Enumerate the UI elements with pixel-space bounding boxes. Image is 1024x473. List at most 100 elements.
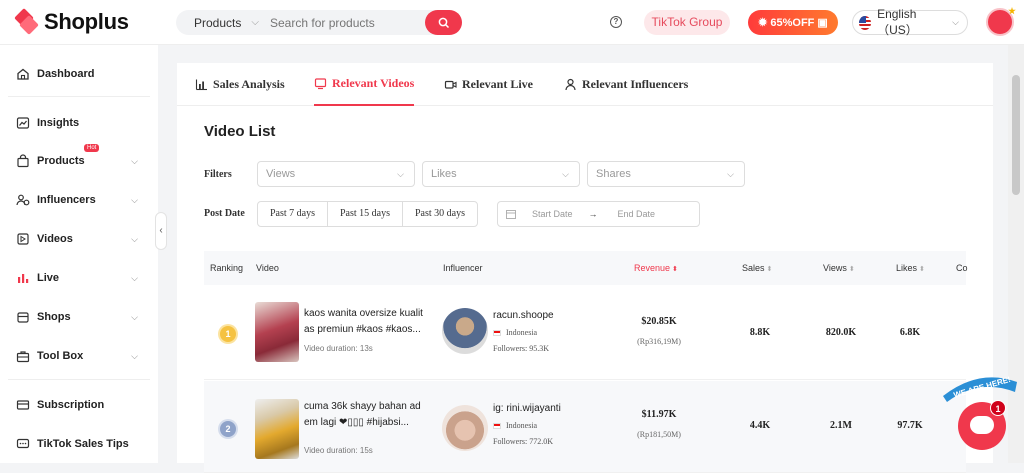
col-comments: Co [956,263,968,273]
we-are-here-banner: WE ARE HERE! [943,375,1017,402]
date-range-picker[interactable]: Start Date → End Date [497,201,700,227]
revenue-local: (Rp316,19M) [637,337,681,346]
col-video: Video [256,263,279,273]
col-ranking: Ranking [210,263,244,273]
select-placeholder: Views [266,168,296,180]
chat-bubble-icon [970,416,994,434]
video-title[interactable]: cuma 36k shayy bahan ad em lagi ❤▯▯▯ #hi… [304,399,432,431]
promo-button[interactable]: ✹ 65%OFF ▣ [748,10,838,35]
logo[interactable]: Shoplus [14,8,129,35]
influencer-name[interactable]: ig: rini.wijayanti [493,403,561,414]
likes-value: 97.7K [897,420,923,431]
influencer-name[interactable]: racun.shoope [493,310,554,321]
range-arrow: → [588,209,598,219]
tab-label: Relevant Videos [332,76,415,90]
chevron-down-icon: ⌵ [397,169,404,179]
past-15-days-button[interactable]: Past 15 days [328,202,403,226]
table-row[interactable]: 2 cuma 36k shayy bahan ad em lagi ❤▯▯▯ #… [204,381,966,473]
likes-filter-select[interactable]: Likes ⌵ [422,161,580,187]
sidebar-item-insights[interactable]: Insights [16,113,150,133]
tab-sales-analysis[interactable]: Sales Analysis [195,63,285,106]
post-date-label: Post Date [204,208,245,219]
sidebar-item-live[interactable]: Live ⌵ [16,268,150,288]
tab-label: Relevant Influencers [582,77,689,91]
past-30-days-button[interactable]: Past 30 days [403,202,477,226]
col-label: Views [823,263,847,273]
start-date-input[interactable]: Start Date [532,209,573,219]
search-button[interactable] [425,10,462,35]
past-7-days-button[interactable]: Past 7 days [258,202,328,226]
col-sales[interactable]: Sales ⬍ [742,263,772,273]
influencer-followers: Followers: 95.3K [493,344,549,353]
hot-badge: Hot [84,144,100,152]
chevron-down-icon: ⌵ [131,350,138,361]
fire-icon: ✹ [758,17,768,29]
shares-filter-select[interactable]: Shares ⌵ [587,161,745,187]
chat-icon [16,438,30,449]
divider [8,379,150,380]
video-thumbnail[interactable] [255,302,299,362]
sidebar-item-toolbox[interactable]: Tool Box ⌵ [16,346,150,366]
monitor-icon [314,78,327,90]
sidebar-item-label: Tool Box [37,350,84,362]
views-value: 820.0K [825,327,857,338]
sidebar-item-subscription[interactable]: Subscription [16,395,150,415]
col-label: Sales [742,263,765,273]
sales-value: 4.4K [749,420,771,431]
search-type-select[interactable]: Products ⌵ [176,16,270,30]
tab-relevant-live[interactable]: Relevant Live [444,63,533,106]
tab-label: Sales Analysis [213,77,285,91]
sidebar-item-influencers[interactable]: Influencers ⌵ [16,190,150,210]
tab-relevant-videos[interactable]: Relevant Videos [314,63,415,106]
sidebar-item-label: Live [37,272,60,284]
sidebar-collapse-button[interactable]: ‹ [155,212,167,250]
col-influencer: Influencer [443,263,483,273]
user-avatar[interactable] [986,8,1014,36]
chevron-down-icon: ⌵ [131,194,138,205]
col-revenue[interactable]: Revenue ⬍ [634,263,678,273]
video-list-title: Video List [204,123,276,140]
video-icon [17,233,29,245]
home-icon [17,68,29,80]
gift-icon: ▣ [817,17,828,29]
video-title[interactable]: kaos wanita oversize kualit as premiun #… [304,306,432,338]
sort-icon: ⬍ [672,266,678,273]
chevron-down-icon: ⌵ [131,233,138,244]
views-filter-select[interactable]: Views ⌵ [257,161,415,187]
sidebar-item-products[interactable]: Products Hot ⌵ [16,144,150,171]
table-row[interactable]: 1 kaos wanita oversize kualit as premiun… [204,288,966,380]
language-label: English（US） [877,7,918,37]
sidebar-item-shops[interactable]: Shops ⌵ [16,307,150,327]
video-thumbnail[interactable] [255,399,299,459]
end-date-input[interactable]: End Date [618,209,656,219]
chevron-down-icon: ⌵ [251,17,259,28]
date-range-presets: Past 7 days Past 15 days Past 30 days [257,201,478,227]
col-views[interactable]: Views ⬍ [823,263,855,273]
chat-unread-badge: 1 [990,400,1006,416]
sidebar-item-tiktok-sales-tips[interactable]: TikTok Sales Tips [16,434,150,454]
chevron-down-icon: ⌵ [952,17,959,27]
search-input[interactable] [270,15,420,30]
influencer-avatar[interactable] [442,405,488,451]
sidebar-item-label: TikTok Sales Tips [37,438,129,450]
language-select[interactable]: English（US） ⌵ [852,7,968,37]
influencer-country: Indonesia [493,421,537,430]
revenue-local: (Rp181,50M) [637,430,681,439]
divider [8,96,150,97]
scrollbar-thumb[interactable] [1012,75,1020,195]
chevron-down-icon: ⌵ [727,169,734,179]
tab-label: Relevant Live [462,77,533,91]
sidebar-item-videos[interactable]: Videos ⌵ [16,229,150,249]
help-icon[interactable]: ? [610,16,622,28]
bar-chart-icon [18,274,29,283]
influencer-avatar[interactable] [442,308,488,354]
main-panel: Sales Analysis Relevant Videos Relevant … [177,63,993,473]
tab-relevant-influencers[interactable]: Relevant Influencers [564,63,688,106]
chevron-down-icon: ⌵ [131,155,138,166]
tiktok-group-button[interactable]: TikTok Group [644,10,730,35]
sidebar-item-dashboard[interactable]: Dashboard [16,64,150,84]
chevron-down-icon: ⌵ [131,272,138,283]
logo-text: Shoplus [44,9,129,34]
col-likes[interactable]: Likes ⬍ [896,263,925,273]
camera-icon [444,80,457,89]
